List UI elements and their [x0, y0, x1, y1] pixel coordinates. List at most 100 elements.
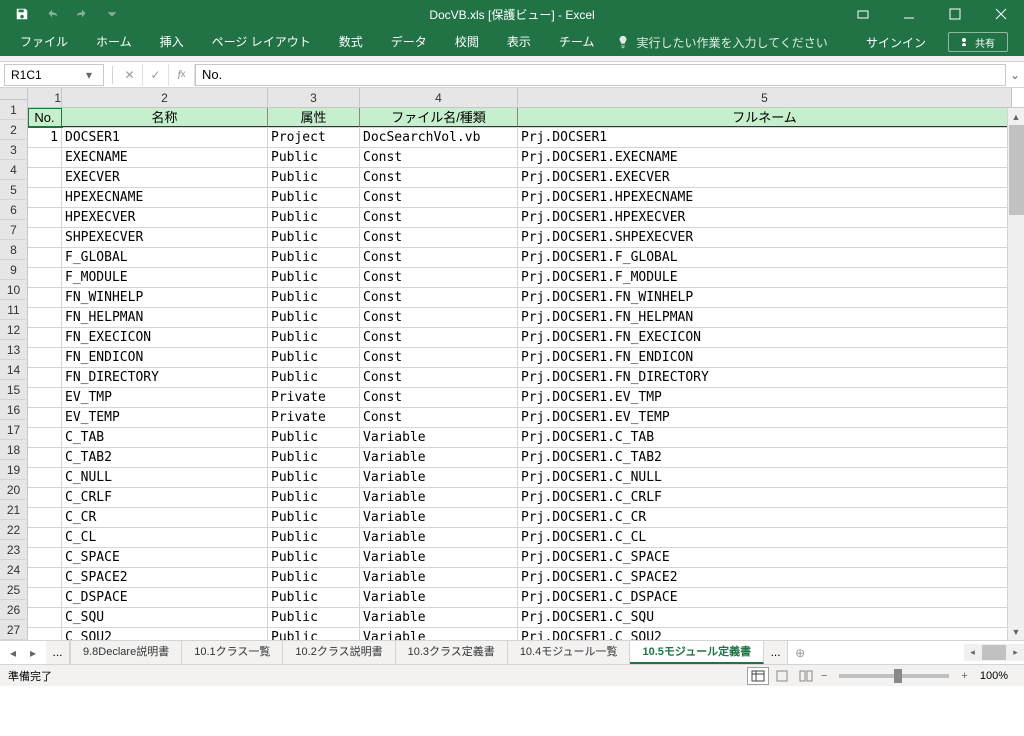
- cell[interactable]: 1: [28, 128, 62, 147]
- cell[interactable]: [28, 468, 62, 487]
- cell[interactable]: Variable: [360, 588, 518, 607]
- cell[interactable]: EXECNAME: [62, 148, 268, 167]
- cell[interactable]: Prj.DOCSER1.FN_DIRECTORY: [518, 368, 1012, 387]
- row-header[interactable]: 8: [0, 240, 28, 260]
- cell[interactable]: Variable: [360, 508, 518, 527]
- cell[interactable]: [28, 348, 62, 367]
- cell[interactable]: Prj.DOCSER1.C_CRLF: [518, 488, 1012, 507]
- row-header[interactable]: 18: [0, 440, 28, 460]
- cell[interactable]: F_MODULE: [62, 268, 268, 287]
- header-cell[interactable]: フルネーム: [518, 108, 1012, 127]
- cell[interactable]: Public: [268, 508, 360, 527]
- cell[interactable]: Const: [360, 328, 518, 347]
- cell[interactable]: Public: [268, 468, 360, 487]
- cell[interactable]: EV_TMP: [62, 388, 268, 407]
- cell[interactable]: DOCSER1: [62, 128, 268, 147]
- hscroll-thumb[interactable]: [982, 645, 1006, 660]
- row-header[interactable]: 9: [0, 260, 28, 280]
- column-header[interactable]: 3: [268, 88, 360, 107]
- cell[interactable]: Prj.DOCSER1.FN_ENDICON: [518, 348, 1012, 367]
- row-header[interactable]: 2: [0, 120, 28, 140]
- cell[interactable]: C_DSPACE: [62, 588, 268, 607]
- cell[interactable]: FN_EXECICON: [62, 328, 268, 347]
- cell[interactable]: Public: [268, 308, 360, 327]
- add-sheet-button[interactable]: ⊕: [788, 646, 812, 660]
- tab-scroll-right-button[interactable]: ▸: [24, 644, 42, 662]
- ribbon-tab[interactable]: ホーム: [82, 28, 146, 56]
- cell[interactable]: [28, 168, 62, 187]
- row-header[interactable]: 13: [0, 340, 28, 360]
- redo-button[interactable]: [68, 2, 96, 26]
- cell[interactable]: Const: [360, 188, 518, 207]
- row-header[interactable]: 17: [0, 420, 28, 440]
- ribbon-tab[interactable]: データ: [377, 28, 441, 56]
- cell[interactable]: C_SPACE2: [62, 568, 268, 587]
- zoom-in-button[interactable]: +: [957, 670, 971, 682]
- cell[interactable]: FN_WINHELP: [62, 288, 268, 307]
- cell[interactable]: Prj.DOCSER1.C_DSPACE: [518, 588, 1012, 607]
- cell[interactable]: Public: [268, 608, 360, 627]
- cell[interactable]: Public: [268, 228, 360, 247]
- hscroll-left-button[interactable]: ◂: [964, 647, 981, 658]
- cell[interactable]: [28, 548, 62, 567]
- cell[interactable]: Prj.DOCSER1.C_CL: [518, 528, 1012, 547]
- cell[interactable]: [28, 288, 62, 307]
- row-header[interactable]: 26: [0, 600, 28, 620]
- cell[interactable]: Prj.DOCSER1.SHPEXECVER: [518, 228, 1012, 247]
- row-header[interactable]: 7: [0, 220, 28, 240]
- cell[interactable]: Public: [268, 428, 360, 447]
- undo-button[interactable]: [38, 2, 66, 26]
- cell[interactable]: [28, 408, 62, 427]
- select-all-corner[interactable]: [0, 88, 28, 100]
- cell[interactable]: [28, 508, 62, 527]
- hscroll-right-button[interactable]: ▸: [1007, 647, 1024, 658]
- qat-customize-button[interactable]: [98, 2, 126, 26]
- cell[interactable]: Public: [268, 568, 360, 587]
- cell[interactable]: Project: [268, 128, 360, 147]
- row-header[interactable]: 27: [0, 620, 28, 640]
- cell[interactable]: Prj.DOCSER1.EXECNAME: [518, 148, 1012, 167]
- cell[interactable]: C_CRLF: [62, 488, 268, 507]
- cell[interactable]: Prj.DOCSER1.F_GLOBAL: [518, 248, 1012, 267]
- tell-me-search[interactable]: 実行したい作業を入力してください: [616, 34, 827, 51]
- ribbon-tab[interactable]: ファイル: [6, 28, 82, 56]
- cell[interactable]: Prj.DOCSER1.C_TAB: [518, 428, 1012, 447]
- scroll-thumb[interactable]: [1009, 125, 1024, 215]
- cell[interactable]: [28, 268, 62, 287]
- cell[interactable]: Const: [360, 408, 518, 427]
- signin-link[interactable]: サインイン: [854, 34, 938, 51]
- cell[interactable]: Prj.DOCSER1: [518, 128, 1012, 147]
- cell[interactable]: Public: [268, 188, 360, 207]
- row-header[interactable]: 15: [0, 380, 28, 400]
- ribbon-tab[interactable]: ページ レイアウト: [198, 28, 325, 56]
- cell[interactable]: [28, 208, 62, 227]
- cell[interactable]: [28, 428, 62, 447]
- cell[interactable]: C_SPACE: [62, 548, 268, 567]
- cell[interactable]: Const: [360, 388, 518, 407]
- cell[interactable]: Public: [268, 208, 360, 227]
- cell[interactable]: Private: [268, 388, 360, 407]
- page-break-view-button[interactable]: [795, 667, 817, 685]
- cell[interactable]: Public: [268, 348, 360, 367]
- cell[interactable]: Const: [360, 368, 518, 387]
- cell[interactable]: Public: [268, 268, 360, 287]
- column-header[interactable]: 4: [360, 88, 518, 107]
- cell[interactable]: EXECVER: [62, 168, 268, 187]
- ribbon-tab[interactable]: 表示: [493, 28, 545, 56]
- cell[interactable]: Public: [268, 288, 360, 307]
- cell[interactable]: Prj.DOCSER1.C_TAB2: [518, 448, 1012, 467]
- cell[interactable]: Public: [268, 488, 360, 507]
- row-header[interactable]: 10: [0, 280, 28, 300]
- row-header[interactable]: 12: [0, 320, 28, 340]
- cell[interactable]: [28, 568, 62, 587]
- enter-formula-button[interactable]: ✓: [143, 64, 169, 86]
- cell[interactable]: Variable: [360, 488, 518, 507]
- expand-formula-bar-button[interactable]: ⌄: [1006, 68, 1024, 82]
- cell[interactable]: C_SQU: [62, 608, 268, 627]
- formula-input[interactable]: No.: [195, 64, 1006, 86]
- cell[interactable]: Variable: [360, 548, 518, 567]
- cell[interactable]: C_CL: [62, 528, 268, 547]
- cell[interactable]: Const: [360, 348, 518, 367]
- cell[interactable]: FN_HELPMAN: [62, 308, 268, 327]
- cell[interactable]: Public: [268, 588, 360, 607]
